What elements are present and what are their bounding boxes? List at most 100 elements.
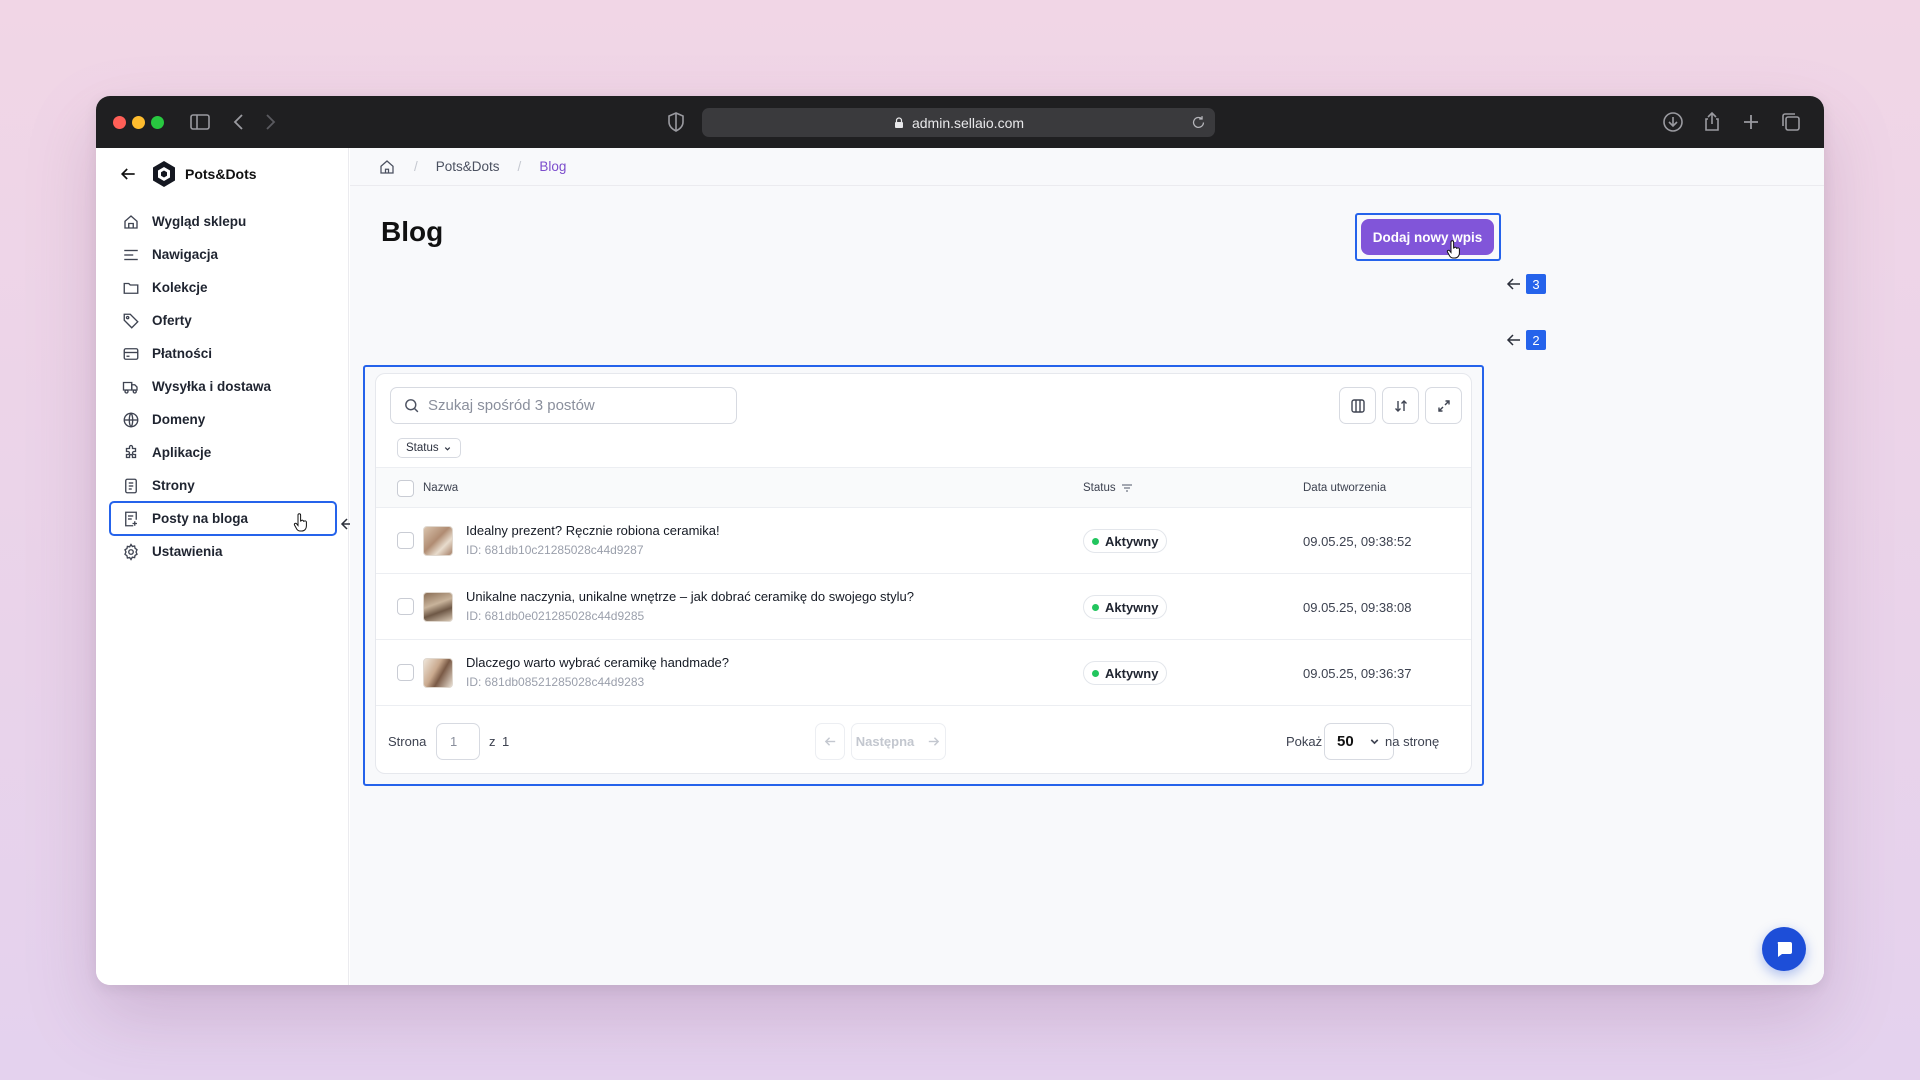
previous-page-button[interactable] — [815, 723, 845, 760]
sidebar-item-label: Ustawienia — [152, 544, 223, 559]
status-badge: Aktywny — [1083, 661, 1168, 685]
post-thumbnail — [423, 592, 453, 622]
columns-button[interactable] — [1339, 387, 1376, 424]
home-icon[interactable] — [378, 158, 396, 176]
row-checkbox[interactable] — [397, 664, 414, 681]
sidebar-item-shipping[interactable]: Wysyłka i dostawa — [110, 370, 336, 403]
row-checkbox[interactable] — [397, 532, 414, 549]
status-label: Aktywny — [1105, 533, 1159, 549]
breadcrumb-current: Blog — [539, 159, 567, 174]
sidebar-item-payments[interactable]: Płatności — [110, 337, 336, 370]
status-filter-chip[interactable]: Status — [397, 438, 461, 458]
maximize-window-button[interactable] — [151, 116, 164, 129]
sidebar-item-navigation[interactable]: Nawigacja — [110, 238, 336, 271]
reload-icon[interactable] — [1190, 114, 1207, 131]
column-header-status[interactable]: Status — [1083, 482, 1133, 494]
post-thumbnail — [423, 526, 453, 556]
page-number-input[interactable]: 1 — [436, 723, 480, 760]
per-page-select[interactable]: 50 — [1324, 723, 1394, 760]
post-title[interactable]: Unikalne naczynia, unikalne wnętrze – ja… — [466, 589, 914, 604]
truck-icon — [122, 381, 138, 394]
brand-logo-icon — [153, 161, 175, 187]
tab-overview-icon[interactable] — [1779, 110, 1803, 134]
add-new-post-button[interactable]: Dodaj nowy wpis — [1361, 219, 1494, 255]
fullscreen-button[interactable] — [1425, 387, 1462, 424]
sidebar-item-label: Oferty — [152, 313, 192, 328]
page-label: Strona — [388, 734, 427, 749]
page-number-value: 1 — [450, 734, 458, 749]
close-window-button[interactable] — [113, 116, 126, 129]
expand-icon — [1437, 399, 1450, 412]
sidebar-item-collections[interactable]: Kolekcje — [110, 271, 336, 304]
posts-table-card: Status Nazwa Status Data utworzenia Idea… — [375, 373, 1472, 774]
sidebar-item-label: Domeny — [152, 412, 206, 427]
post-title[interactable]: Idealny prezent? Ręcznie robiona ceramik… — [466, 523, 720, 538]
download-icon[interactable] — [1661, 110, 1685, 134]
sidebar-item-label: Nawigacja — [152, 247, 219, 262]
hand-cursor-icon — [1446, 240, 1460, 259]
globe-icon — [123, 411, 139, 428]
minimize-window-button[interactable] — [132, 116, 145, 129]
puzzle-icon — [125, 444, 137, 458]
chevron-down-icon — [444, 446, 450, 451]
sidebar-item-apps[interactable]: Aplikacje — [110, 436, 336, 469]
pagination: Strona 1 z 1 Następna Pokaż 50 na stronę — [376, 709, 1471, 773]
post-thumbnail — [423, 658, 453, 688]
filter-chip-label: Status — [406, 442, 439, 454]
post-id: ID: 681db08521285028c44d9283 — [466, 675, 645, 689]
chat-support-button[interactable] — [1762, 927, 1806, 971]
new-tab-icon[interactable] — [1739, 110, 1763, 134]
chevron-down-icon — [1370, 739, 1379, 745]
table-row[interactable]: Unikalne naczynia, unikalne wnętrze – ja… — [376, 574, 1471, 640]
sidebar-toggle-icon[interactable] — [188, 110, 212, 134]
post-title[interactable]: Dlaczego warto wybrać ceramikę handmade? — [466, 655, 729, 670]
sort-button[interactable] — [1382, 387, 1419, 424]
sidebar-item-settings[interactable]: Ustawienia — [110, 535, 336, 568]
sidebar-item-domains[interactable]: Domeny — [110, 403, 336, 436]
next-page-label: Następna — [855, 734, 915, 749]
blog-post-icon — [125, 511, 137, 526]
post-id: ID: 681db0e021285028c44d9285 — [466, 609, 645, 623]
status-badge: Aktywny — [1083, 595, 1168, 619]
folder-icon — [123, 282, 139, 294]
row-checkbox[interactable] — [397, 598, 414, 615]
left-arrow-icon — [824, 737, 835, 746]
annotation-3: 3 — [1506, 274, 1546, 294]
sidebar: Pots&Dots Wygląd sklepu Nawigacja Kolekc… — [96, 148, 349, 985]
sidebar-item-blog-posts[interactable]: Posty na bloga — [109, 501, 337, 536]
page-of-label: z — [489, 734, 496, 749]
select-all-checkbox[interactable] — [397, 480, 414, 497]
back-arrow-icon[interactable] — [118, 164, 138, 184]
sidebar-item-store-appearance[interactable]: Wygląd sklepu — [110, 205, 336, 238]
column-header-name[interactable]: Nazwa — [423, 482, 458, 494]
sidebar-item-offers[interactable]: Oferty — [110, 304, 336, 337]
back-arrow-icon[interactable] — [227, 110, 251, 134]
sort-arrows-icon — [1394, 399, 1407, 412]
table-row[interactable]: Dlaczego warto wybrać ceramikę handmade?… — [376, 640, 1471, 706]
created-date: 09.05.25, 09:38:08 — [1303, 600, 1412, 615]
status-badge: Aktywny — [1083, 529, 1168, 553]
url-text: admin.sellaio.com — [911, 114, 1025, 131]
menu-lines-icon — [124, 249, 138, 260]
status-dot — [1092, 669, 1099, 677]
chat-icon — [1777, 942, 1792, 957]
column-header-date[interactable]: Data utworzenia — [1303, 482, 1386, 494]
browser-window: admin.sellaio.com Pots&Dots Wygląd sklep… — [96, 96, 1824, 985]
search-input[interactable] — [428, 397, 728, 414]
breadcrumb-store[interactable]: Pots&Dots — [436, 159, 500, 174]
sidebar-item-label: Wysyłka i dostawa — [152, 379, 272, 394]
share-icon[interactable] — [1700, 110, 1724, 134]
status-dot — [1092, 603, 1099, 611]
forward-arrow-icon[interactable] — [258, 110, 282, 134]
table-row[interactable]: Idealny prezent? Ręcznie robiona ceramik… — [376, 508, 1471, 574]
address-bar[interactable]: admin.sellaio.com — [702, 108, 1215, 137]
brand-header: Pots&Dots — [118, 158, 257, 190]
sidebar-item-pages[interactable]: Strony — [110, 469, 336, 502]
table-header: Nazwa Status Data utworzenia — [376, 467, 1471, 508]
breadcrumb: / Pots&Dots / Blog — [350, 148, 1824, 186]
search-icon — [405, 399, 419, 413]
next-page-button[interactable]: Następna — [851, 723, 946, 760]
sidebar-item-label: Płatności — [152, 346, 213, 361]
search-box — [390, 387, 737, 424]
privacy-shield-icon[interactable] — [664, 110, 688, 134]
